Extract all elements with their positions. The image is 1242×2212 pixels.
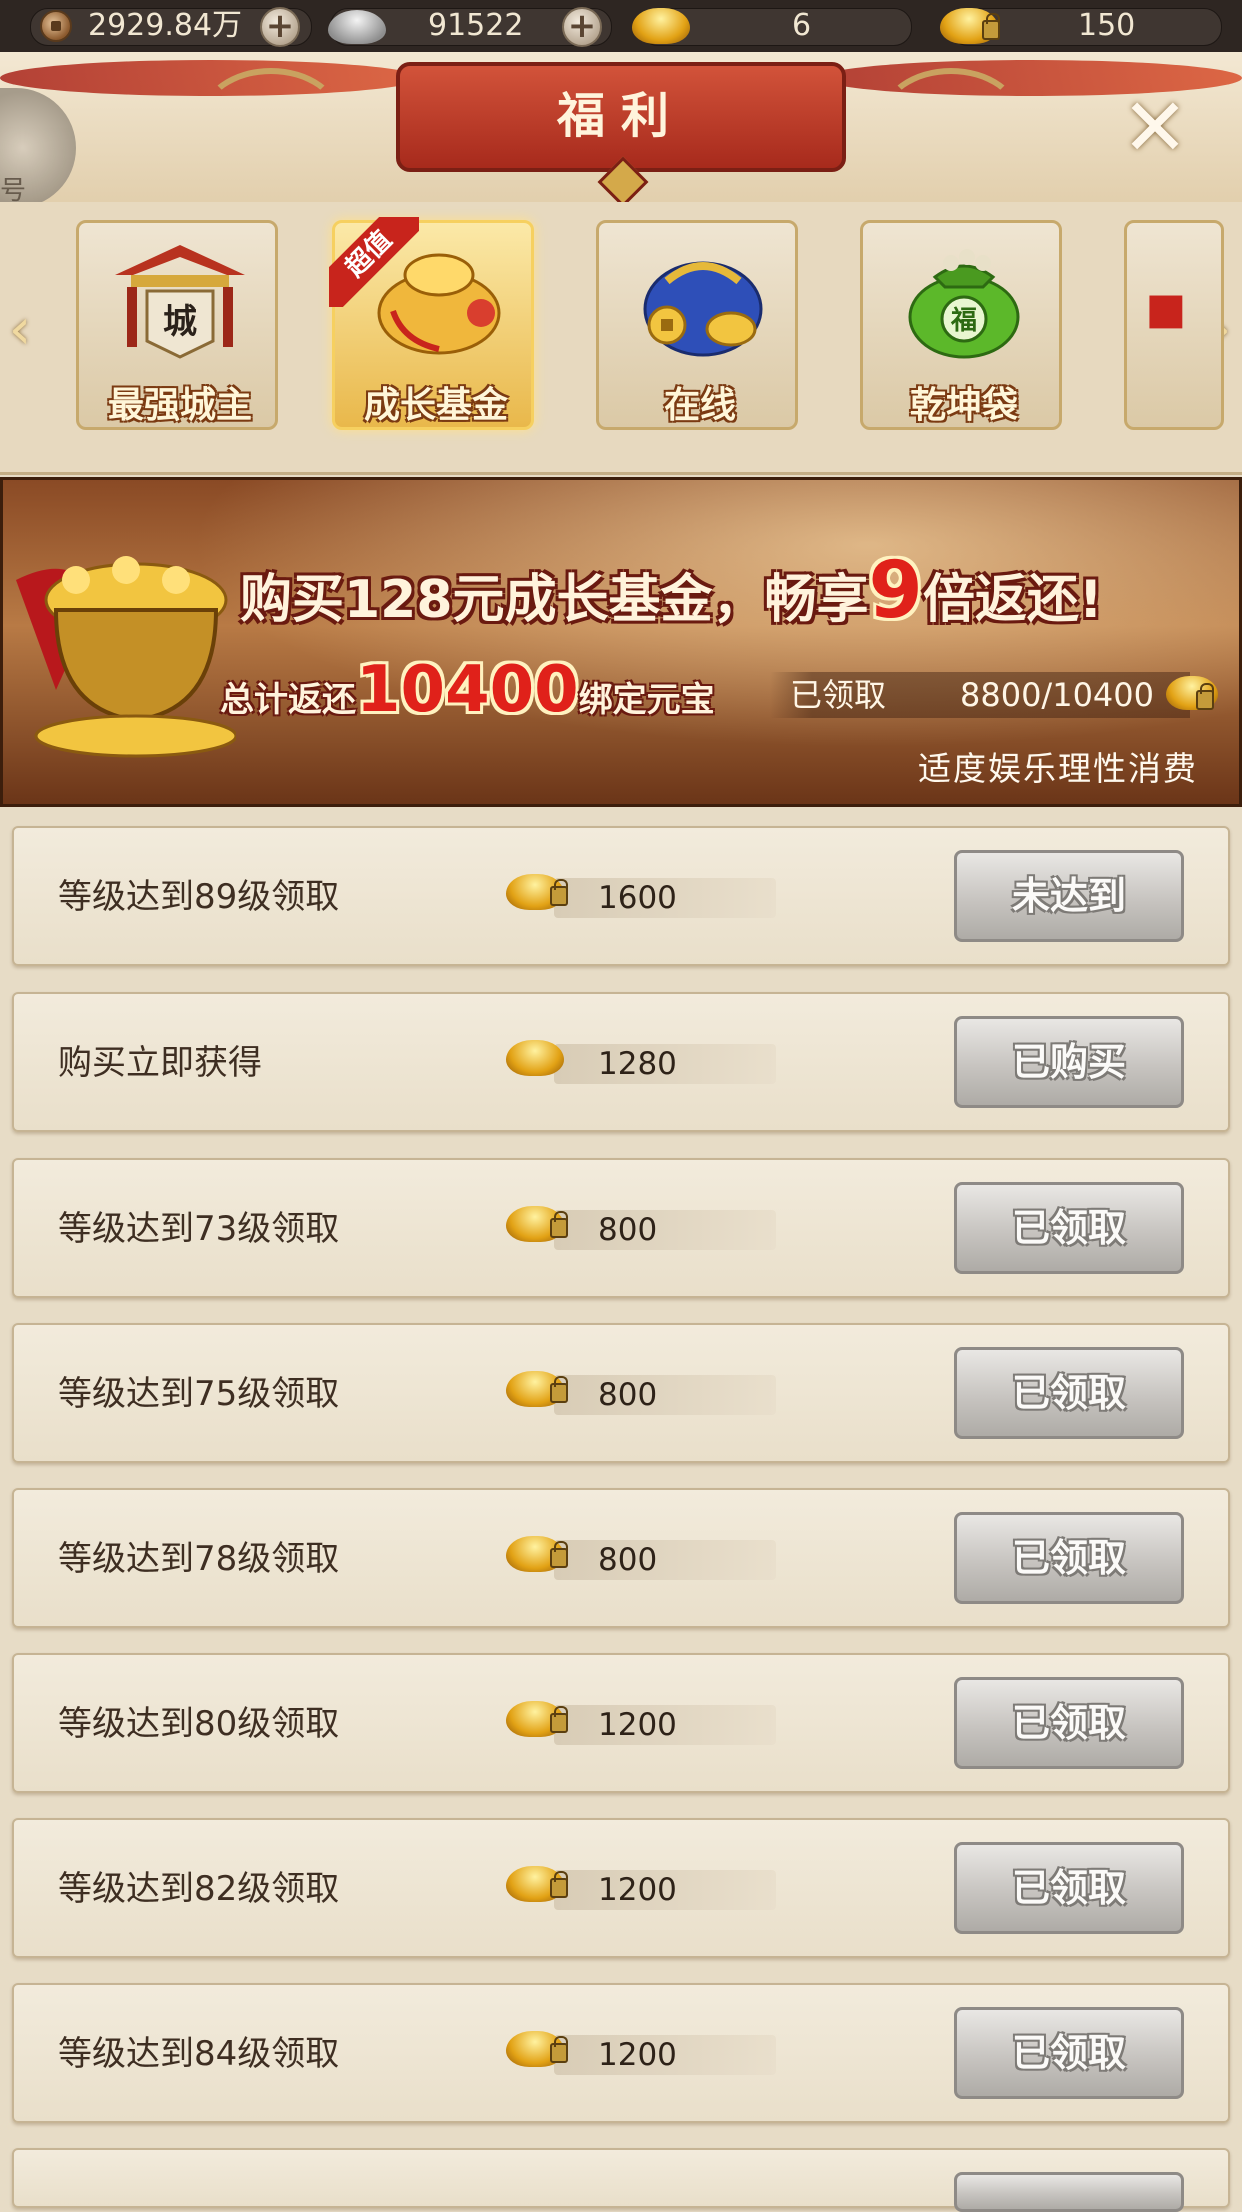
- reward-row: 等级达到89级领取 1600 未达到: [12, 826, 1230, 966]
- banner-headline-suffix: 倍返还!: [922, 570, 1103, 630]
- reward-row: [12, 2148, 1230, 2212]
- tab-label: [1127, 379, 1227, 431]
- lock-icon: [550, 2036, 568, 2063]
- reward-condition: 等级达到75级领取: [58, 1374, 340, 1414]
- reward-status-button[interactable]: 已领取: [954, 1512, 1184, 1604]
- reward-amount: 800: [598, 1542, 658, 1578]
- banner-headline: 购买128元成长基金，畅享9倍返还!: [240, 548, 1240, 634]
- banner-total-prefix: 总计返还: [220, 680, 356, 720]
- reward-row: 等级达到75级领取 800 已领取: [12, 1323, 1230, 1463]
- cloud-ornament-icon: [880, 68, 1022, 170]
- reward-status-button[interactable]: 已领取: [954, 1842, 1184, 1934]
- tab-online[interactable]: 在线: [596, 220, 798, 430]
- reward-status-button[interactable]: 已领取: [954, 2007, 1184, 2099]
- reward-amount-bar: [554, 1540, 776, 1580]
- tab-label: 乾坤袋: [909, 384, 1018, 426]
- reward-status-button[interactable]: 已购买: [954, 1016, 1184, 1108]
- reward-row: 购买立即获得 1280 已购买: [12, 992, 1230, 1132]
- gold-ingot-icon: [632, 8, 690, 44]
- page-title: 福利: [556, 88, 685, 144]
- reward-amount-bar: [554, 1375, 776, 1415]
- lock-icon: [550, 1376, 568, 1403]
- tab-growth-fund[interactable]: 超值 成长基金: [329, 217, 534, 430]
- claimed-value: 8800/10400: [959, 676, 1154, 714]
- reward-row: 等级达到73级领取 800 已领取: [12, 1158, 1230, 1298]
- reward-condition: 等级达到82级领取: [58, 1869, 340, 1909]
- currency-bar: 2929.84万 + 91522 + 6 150: [0, 0, 1242, 52]
- tab-label: 在线: [663, 384, 736, 426]
- lock-icon: [550, 1211, 568, 1238]
- claimed-label: 已领取: [790, 676, 887, 714]
- silver-ingot-icon: [328, 10, 386, 44]
- tab-label: 最强城主: [107, 384, 252, 426]
- reward-condition: 等级达到73级领取: [58, 1209, 340, 1249]
- money-bag-icon: [643, 261, 763, 357]
- reward-amount-bar: [554, 1210, 776, 1250]
- tabs-prev-arrow-icon[interactable]: ‹: [0, 300, 40, 360]
- gold-amount: 6: [792, 8, 812, 43]
- cloud-ornament-icon: [200, 68, 342, 170]
- reward-amount: 1600: [598, 880, 677, 916]
- copper-amount: 2929.84万: [88, 8, 243, 43]
- close-button[interactable]: ✕: [1112, 88, 1198, 174]
- lock-icon: [550, 1541, 568, 1568]
- lucky-bag-icon: 福: [908, 249, 1020, 359]
- reward-condition: 等级达到84级领取: [58, 2034, 340, 2074]
- tab-qiankun-bag[interactable]: 福 乾坤袋: [860, 220, 1062, 430]
- bound-gold-amount: 150: [1078, 8, 1136, 43]
- reward-condition: 购买立即获得: [58, 1043, 262, 1083]
- lock-icon: [550, 879, 568, 906]
- banner-total-line: 总计返还10400绑定元宝: [220, 650, 780, 730]
- add-silver-button[interactable]: +: [562, 7, 602, 47]
- reward-amount: 1200: [598, 2037, 677, 2073]
- banner-multiplier: 9: [868, 546, 923, 636]
- add-copper-button[interactable]: +: [260, 7, 300, 47]
- lock-icon: [1196, 683, 1214, 710]
- lock-icon: [550, 1871, 568, 1898]
- gold-ingot-icon: [506, 1040, 564, 1076]
- reward-row: 等级达到82级领取 1200 已领取: [12, 1818, 1230, 1958]
- reward-row: 等级达到80级领取 1200 已领取: [12, 1653, 1230, 1793]
- tab-art-char: 城: [163, 302, 197, 342]
- tab-partial[interactable]: [1124, 220, 1224, 430]
- banner-headline-prefix: 购买128元成长基金，畅享: [240, 570, 869, 630]
- reward-status-button[interactable]: 已领取: [954, 1347, 1184, 1439]
- moderation-notice: 适度娱乐理性消费: [918, 749, 1198, 788]
- lock-icon: [982, 13, 1000, 40]
- treasure-pot-icon: [16, 556, 236, 758]
- reward-status-button[interactable]: 已领取: [954, 1677, 1184, 1769]
- value-badge: 超值: [329, 217, 419, 307]
- silver-amount: 91522: [428, 8, 524, 43]
- reward-condition: 等级达到89级领取: [58, 877, 340, 917]
- reward-status-button[interactable]: [954, 2172, 1184, 2212]
- header-ribbon-left: [0, 60, 420, 96]
- value-badge-text: 超值: [329, 217, 419, 307]
- reward-row: 等级达到84级领取 1200 已领取: [12, 1983, 1230, 2123]
- reward-amount: 800: [598, 1377, 658, 1413]
- reward-amount: 1280: [598, 1046, 677, 1082]
- tab-strongest-lord[interactable]: 城 最强城主: [76, 220, 278, 430]
- tab-label: 成长基金: [363, 384, 508, 426]
- reward-status-button[interactable]: 已领取: [954, 1182, 1184, 1274]
- tab-art-char: 福: [950, 306, 977, 336]
- reward-amount: 1200: [598, 1707, 677, 1743]
- city-gate-icon: 城: [115, 245, 245, 359]
- banner-total-suffix: 绑定元宝: [578, 680, 715, 720]
- reward-row: 等级达到78级领取 800 已领取: [12, 1488, 1230, 1628]
- banner-total-amount: 10400: [356, 653, 579, 727]
- reward-condition: 等级达到78级领取: [58, 1539, 340, 1579]
- reward-amount: 800: [598, 1212, 658, 1248]
- copper-coin-icon: [40, 10, 72, 42]
- red-envelope-icon: [1149, 295, 1183, 329]
- reward-status-button[interactable]: 未达到: [954, 850, 1184, 942]
- reward-condition: 等级达到80级领取: [58, 1704, 340, 1744]
- reward-amount: 1200: [598, 1872, 677, 1908]
- lock-icon: [550, 1706, 568, 1733]
